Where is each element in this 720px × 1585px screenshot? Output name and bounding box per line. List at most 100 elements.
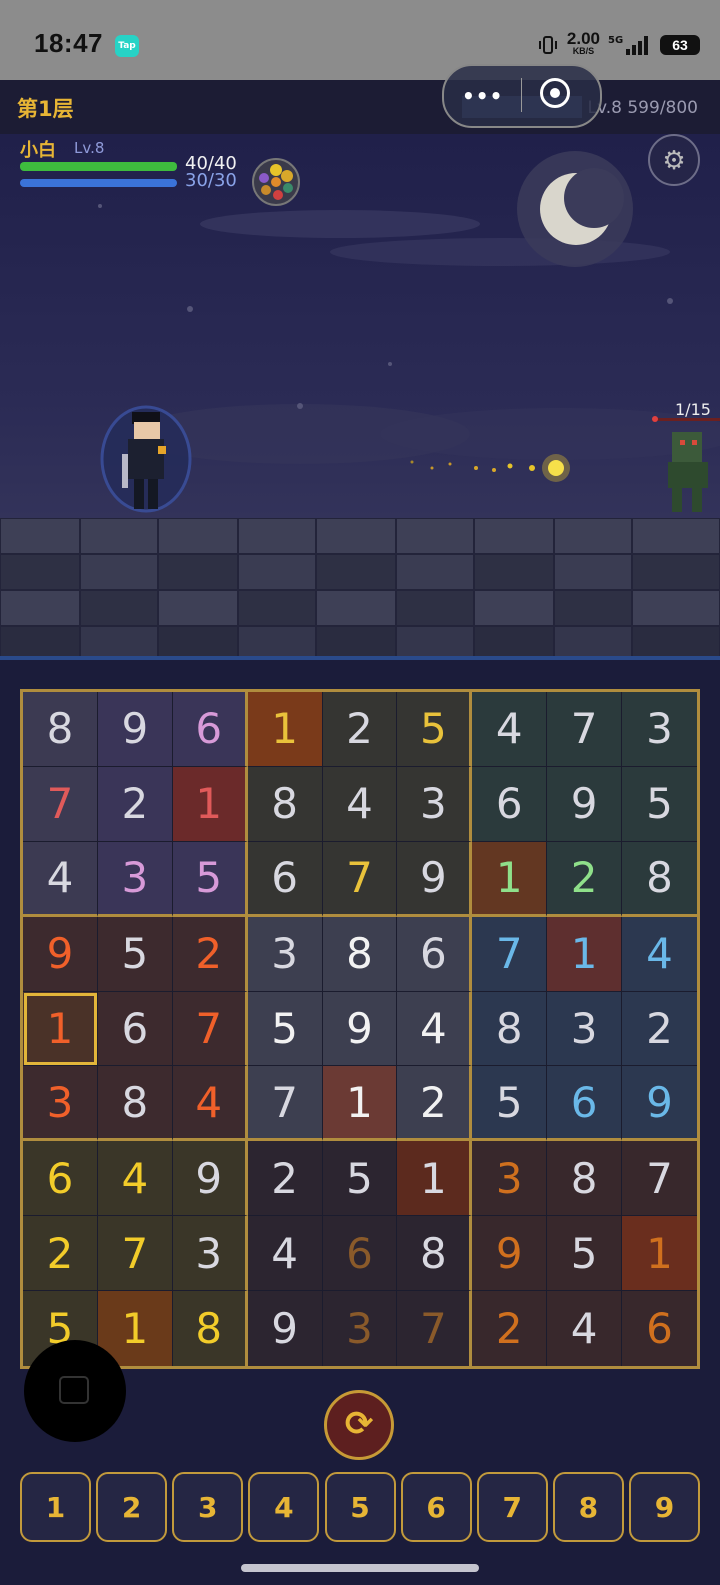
sudoku-cell[interactable]: 3 [247, 916, 323, 992]
sudoku-cell[interactable]: 4 [97, 1141, 173, 1217]
sudoku-cell[interactable]: 2 [23, 1216, 98, 1292]
close-miniprogram-icon[interactable] [540, 78, 570, 108]
sudoku-cell[interactable]: 2 [97, 766, 173, 842]
scene-art [98, 151, 720, 513]
sudoku-cell[interactable]: 8 [97, 1066, 173, 1142]
floating-assist-button[interactable] [24, 1340, 126, 1442]
settings-gear-icon[interactable]: ⚙ [648, 134, 700, 186]
numpad-key-6[interactable]: 6 [400, 1472, 472, 1542]
sudoku-cell[interactable]: 6 [247, 841, 323, 917]
sudoku-cell[interactable]: 5 [172, 841, 248, 917]
sudoku-cell[interactable]: 5 [322, 1141, 398, 1217]
sudoku-cell[interactable]: 8 [23, 692, 98, 767]
more-menu-icon[interactable]: ••• [462, 84, 503, 108]
sudoku-cell[interactable]: 1 [622, 1216, 697, 1292]
sudoku-cell[interactable]: 9 [172, 1141, 248, 1217]
sudoku-cell[interactable]: 7 [23, 766, 98, 842]
sudoku-cell[interactable]: 9 [622, 1066, 697, 1142]
sudoku-cell[interactable]: 1 [547, 916, 623, 992]
sudoku-board: 8961254737218436954356791289523867141675… [20, 689, 700, 1369]
sudoku-cell[interactable]: 8 [622, 841, 697, 917]
sudoku-cell[interactable]: 1 [23, 991, 98, 1067]
sudoku-cell[interactable]: 6 [97, 991, 173, 1067]
sudoku-cell[interactable]: 1 [397, 1141, 473, 1217]
stone-floor [0, 517, 720, 661]
sudoku-cell[interactable]: 5 [97, 916, 173, 992]
sudoku-cell[interactable]: 6 [172, 692, 248, 767]
numpad-key-3[interactable]: 3 [172, 1472, 244, 1542]
home-indicator[interactable] [241, 1564, 479, 1572]
sudoku-cell[interactable]: 8 [547, 1141, 623, 1217]
sudoku-cell[interactable]: 6 [322, 1216, 398, 1292]
numpad-key-7[interactable]: 7 [476, 1472, 548, 1542]
sudoku-cell[interactable]: 8 [247, 766, 323, 842]
sudoku-cell[interactable]: 3 [397, 766, 473, 842]
numpad-key-8[interactable]: 8 [552, 1472, 624, 1542]
sudoku-cell[interactable]: 9 [472, 1216, 548, 1292]
sudoku-cell[interactable]: 4 [247, 1216, 323, 1292]
sudoku-cell[interactable]: 5 [547, 1216, 623, 1292]
sudoku-cell[interactable]: 1 [472, 841, 548, 917]
sudoku-cell[interactable]: 4 [472, 692, 548, 767]
sudoku-cell[interactable]: 7 [97, 1216, 173, 1292]
sudoku-cell[interactable]: 2 [472, 1291, 548, 1366]
sudoku-cell[interactable]: 6 [397, 916, 473, 992]
sudoku-cell[interactable]: 1 [247, 692, 323, 767]
sudoku-cell[interactable]: 3 [322, 1291, 398, 1366]
sudoku-cell[interactable]: 3 [172, 1216, 248, 1292]
sudoku-cell[interactable]: 5 [622, 766, 697, 842]
sudoku-cell[interactable]: 3 [97, 841, 173, 917]
sudoku-cell[interactable]: 4 [547, 1291, 623, 1366]
sudoku-cell[interactable]: 8 [322, 916, 398, 992]
numpad-key-5[interactable]: 5 [324, 1472, 396, 1542]
sudoku-cell[interactable]: 3 [622, 692, 697, 767]
numpad-key-2[interactable]: 2 [96, 1472, 168, 1542]
sudoku-cell[interactable]: 3 [23, 1066, 98, 1142]
sudoku-cell[interactable]: 2 [547, 841, 623, 917]
sudoku-cell[interactable]: 9 [397, 841, 473, 917]
sudoku-cell[interactable]: 3 [472, 1141, 548, 1217]
sudoku-cell[interactable]: 8 [472, 991, 548, 1067]
sudoku-cell[interactable]: 2 [397, 1066, 473, 1142]
sudoku-cell[interactable]: 4 [322, 766, 398, 842]
numpad-key-1[interactable]: 1 [20, 1472, 91, 1542]
sudoku-cell[interactable]: 5 [397, 692, 473, 767]
sudoku-cell[interactable]: 4 [172, 1066, 248, 1142]
sudoku-cell[interactable]: 7 [322, 841, 398, 917]
sudoku-cell[interactable]: 5 [472, 1066, 548, 1142]
sudoku-cell[interactable]: 1 [322, 1066, 398, 1142]
sudoku-cell[interactable]: 7 [397, 1291, 473, 1366]
sudoku-cell[interactable]: 2 [172, 916, 248, 992]
sudoku-cell[interactable]: 9 [322, 991, 398, 1067]
sudoku-cell[interactable]: 7 [472, 916, 548, 992]
sudoku-cell[interactable]: 9 [547, 766, 623, 842]
sudoku-cell[interactable]: 7 [622, 1141, 697, 1217]
sudoku-cell[interactable]: 5 [247, 991, 323, 1067]
sudoku-cell[interactable]: 6 [472, 766, 548, 842]
refresh-button[interactable]: ⟳ [324, 1390, 394, 1460]
sudoku-cell[interactable]: 2 [622, 991, 697, 1067]
sudoku-cell[interactable]: 4 [397, 991, 473, 1067]
sudoku-cell[interactable]: 4 [23, 841, 98, 917]
numpad-key-9[interactable]: 9 [629, 1472, 700, 1542]
svg-text:5G: 5G [608, 35, 623, 46]
skill-orbs-icon[interactable] [252, 158, 300, 206]
numpad-key-4[interactable]: 4 [248, 1472, 320, 1542]
sudoku-cell[interactable]: 7 [172, 991, 248, 1067]
sudoku-cell[interactable]: 1 [172, 766, 248, 842]
sudoku-cell[interactable]: 8 [397, 1216, 473, 1292]
sudoku-cell[interactable]: 2 [247, 1141, 323, 1217]
sudoku-cell[interactable]: 9 [97, 692, 173, 767]
sudoku-cell[interactable]: 3 [547, 991, 623, 1067]
sudoku-cell[interactable]: 7 [547, 692, 623, 767]
sudoku-cell[interactable]: 8 [172, 1291, 248, 1366]
sudoku-cell[interactable]: 6 [23, 1141, 98, 1217]
sudoku-cell[interactable]: 9 [247, 1291, 323, 1366]
sudoku-cell[interactable]: 4 [622, 916, 697, 992]
sudoku-cell[interactable]: 6 [622, 1291, 697, 1366]
sudoku-cell[interactable]: 6 [547, 1066, 623, 1142]
sudoku-cell[interactable]: 9 [23, 916, 98, 992]
sudoku-cell[interactable]: 7 [247, 1066, 323, 1142]
status-bar: 18:47 Tap 2.00 KB/S 5G 63 [0, 0, 720, 80]
sudoku-cell[interactable]: 2 [322, 692, 398, 767]
